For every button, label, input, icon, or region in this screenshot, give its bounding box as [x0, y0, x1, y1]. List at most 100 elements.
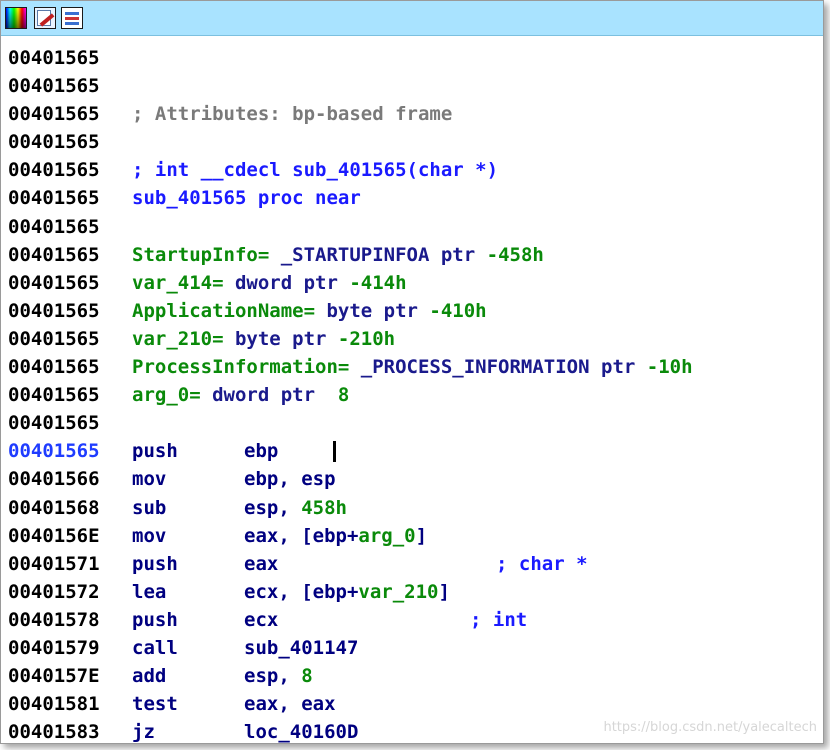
address: 00401565	[8, 215, 100, 238]
stack-var-type: dword ptr	[200, 384, 338, 407]
instruction-row[interactable]: 0040157E add esp, 8	[8, 662, 313, 690]
proc-declaration: sub_401565 proc near	[132, 187, 361, 210]
disassembly-window: 00401565 00401565 00401565 ; Attributes: …	[0, 0, 824, 744]
listing-line[interactable]: 00401565	[8, 72, 100, 100]
address: 00401565	[8, 327, 100, 350]
instruction-row[interactable]: 00401566 mov ebp, esp	[8, 465, 336, 493]
address: 00401565	[8, 412, 100, 435]
stack-var-ref: arg_0	[358, 524, 416, 547]
text-cursor	[333, 441, 336, 463]
instruction-row[interactable]: 00401581 test eax, eax	[8, 690, 336, 718]
disassembly-listing[interactable]: 00401565 00401565 00401565 ; Attributes: …	[8, 44, 693, 744]
address: 00401565	[8, 384, 100, 407]
immediate-value: 8	[301, 665, 313, 688]
listing-line[interactable]: 00401565 ApplicationName= byte ptr -410h	[8, 297, 487, 325]
stack-var-name: var_210=	[132, 327, 224, 350]
operand: ebp, esp	[244, 468, 336, 491]
stack-var-name: var_414=	[132, 271, 224, 294]
mnemonic: sub	[132, 496, 167, 519]
mnemonic: mov	[132, 468, 167, 491]
stack-var-offset: -10h	[646, 356, 693, 379]
mnemonic: push	[132, 440, 178, 463]
operand: ecx	[244, 608, 279, 631]
address: 0040157E	[8, 665, 100, 688]
instruction-row[interactable]: 00401579 call sub_401147	[8, 634, 358, 662]
address: 00401579	[8, 636, 100, 659]
address: 00401581	[8, 693, 100, 716]
stack-var-offset: -414h	[349, 271, 407, 294]
mnemonic: lea	[132, 580, 167, 603]
mnemonic: test	[132, 693, 178, 716]
operand: eax	[244, 552, 279, 575]
address: 00401565	[8, 243, 100, 266]
mnemonic: add	[132, 665, 167, 688]
address: 00401565	[8, 159, 100, 182]
stack-var-type: _PROCESS_INFORMATION ptr	[349, 356, 647, 379]
stack-var-type: dword ptr	[223, 271, 350, 294]
operand: ecx, [ebp+	[244, 580, 359, 603]
instruction-row[interactable]: 00401571 push eax ; char *	[8, 550, 588, 578]
instruction-row[interactable]: 00401583 jz loc_40160D	[8, 718, 358, 744]
color-palette-icon[interactable]	[5, 7, 27, 29]
stack-var-type: byte ptr	[315, 299, 430, 322]
address: 00401578	[8, 608, 100, 631]
inline-comment: ; int	[470, 608, 528, 631]
address: 0040156E	[8, 524, 100, 547]
listing-line[interactable]: 00401565 arg_0= dword ptr 8	[8, 381, 349, 409]
instruction-row[interactable]: 00401578 push ecx ; int	[8, 606, 527, 634]
watermark: https://blog.csdn.net/yalecaltech	[603, 720, 817, 735]
address: 00401565	[8, 356, 100, 379]
address: 00401583	[8, 721, 100, 744]
instruction-row[interactable]: 00401568 sub esp, 458h	[8, 494, 347, 522]
operand: eax, [ebp+	[244, 524, 359, 547]
listing-line[interactable]: 00401565 ; Attributes: bp-based frame	[8, 100, 452, 128]
address-selected: 00401565	[8, 440, 100, 463]
operand: ebp	[244, 440, 279, 463]
listing-line[interactable]: 00401565 ProcessInformation= _PROCESS_INF…	[8, 353, 693, 381]
instruction-row[interactable]: 0040156E mov eax, [ebp+arg_0]	[8, 522, 427, 550]
operand-close: ]	[415, 524, 428, 547]
stack-var-offset: -458h	[486, 243, 544, 266]
stack-var-ref: var_210	[358, 580, 439, 603]
stack-var-name: ProcessInformation=	[132, 356, 350, 379]
listing-line[interactable]: 00401565 ; int __cdecl sub_401565(char *)	[8, 156, 498, 184]
mnemonic: mov	[132, 524, 167, 547]
instruction-row[interactable]: 00401565 push ebp	[8, 437, 336, 465]
stack-var-name: StartupInfo=	[132, 243, 270, 266]
stack-var-offset: -410h	[429, 299, 487, 322]
address: 00401572	[8, 580, 100, 603]
stack-var-name: ApplicationName=	[132, 299, 316, 322]
address: 00401565	[8, 103, 100, 126]
listing-line[interactable]: 00401565	[8, 409, 100, 437]
stack-var-type: _STARTUPINFOA ptr	[269, 243, 487, 266]
jump-target[interactable]: loc_40160D	[244, 721, 358, 743]
stack-var-name: arg_0=	[132, 384, 201, 407]
edit-function-icon[interactable]	[34, 7, 56, 29]
listing-line[interactable]: 00401565 var_210= byte ptr -210h	[8, 325, 395, 353]
listing-line[interactable]: 00401565 var_414= dword ptr -414h	[8, 269, 407, 297]
address: 00401565	[8, 187, 100, 210]
toolbar	[1, 1, 823, 36]
listing-line[interactable]: 00401565	[8, 44, 100, 72]
address: 00401565	[8, 75, 100, 98]
address: 00401565	[8, 47, 100, 69]
listing-line[interactable]: 00401565 StartupInfo= _STARTUPINFOA ptr -…	[8, 241, 544, 269]
listing-line[interactable]: 00401565 sub_401565 proc near	[8, 184, 361, 212]
stack-var-type: byte ptr	[223, 327, 338, 350]
address: 00401565	[8, 131, 100, 154]
graph-view-icon[interactable]	[61, 7, 83, 29]
operand: eax, eax	[244, 693, 336, 716]
stack-var-offset: -210h	[337, 327, 396, 350]
call-target[interactable]: sub_401147	[244, 637, 358, 659]
address: 00401571	[8, 552, 100, 575]
stack-var-offset: 8	[337, 384, 350, 407]
instruction-row[interactable]: 00401572 lea ecx, [ebp+var_210]	[8, 578, 450, 606]
address: 00401565	[8, 299, 100, 322]
listing-line[interactable]: 00401565	[8, 213, 100, 241]
attributes-comment: ; Attributes: bp-based frame	[132, 103, 453, 126]
operand: esp,	[244, 496, 302, 519]
immediate-value: 458h	[301, 496, 347, 519]
mnemonic: jz	[132, 721, 155, 744]
function-signature: ; int __cdecl sub_401565(char *)	[132, 159, 499, 182]
listing-line[interactable]: 00401565	[8, 128, 100, 156]
